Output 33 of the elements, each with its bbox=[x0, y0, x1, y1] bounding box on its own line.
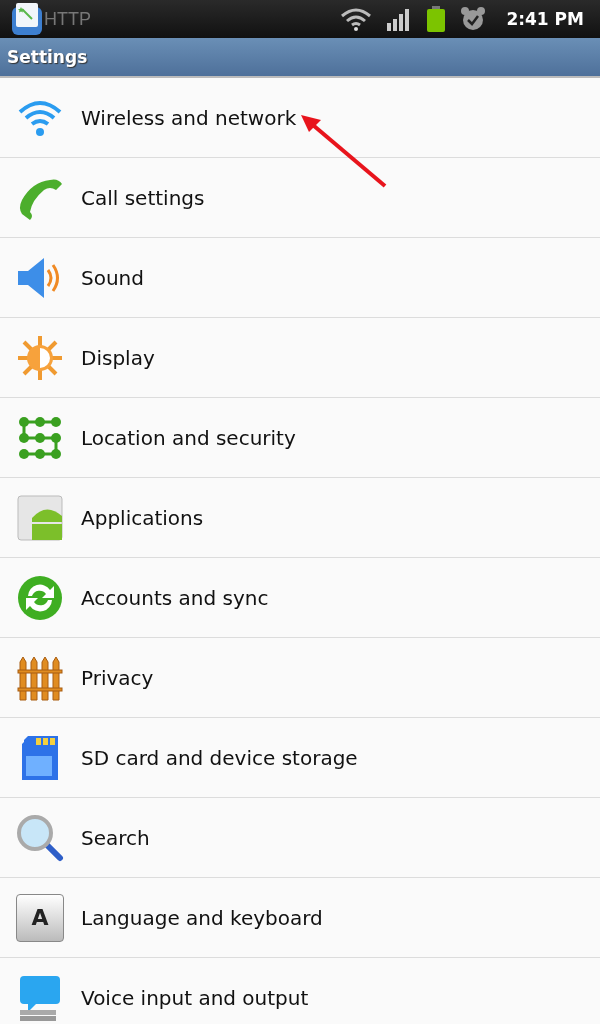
settings-item[interactable]: Search bbox=[0, 798, 600, 878]
wifi-icon bbox=[340, 7, 373, 31]
settings-item-label: Display bbox=[81, 345, 155, 370]
search-icon bbox=[16, 813, 64, 862]
notification-text: HTTP bbox=[44, 8, 91, 30]
settings-item-label: Voice input and output bbox=[81, 985, 309, 1010]
settings-item-label: SD card and device storage bbox=[81, 745, 358, 770]
sun-icon bbox=[16, 333, 64, 382]
settings-item-label: Location and security bbox=[81, 425, 296, 450]
settings-item[interactable]: Voice input and output bbox=[0, 958, 600, 1024]
sync-icon bbox=[16, 573, 64, 622]
settings-item[interactable]: A Language and keyboard bbox=[0, 878, 600, 958]
settings-item[interactable]: Privacy bbox=[0, 638, 600, 718]
clock-time: 2:41 PM bbox=[506, 9, 584, 29]
battery-icon bbox=[426, 6, 447, 32]
settings-item-label: Accounts and sync bbox=[81, 585, 269, 610]
settings-item-label: Wireless and network bbox=[81, 105, 297, 130]
keyboard-key-icon: A bbox=[16, 893, 64, 942]
settings-item-label: Applications bbox=[81, 505, 204, 530]
settings-item[interactable]: SD card and device storage bbox=[0, 718, 600, 798]
settings-item[interactable]: Display bbox=[0, 318, 600, 398]
settings-item[interactable]: Applications bbox=[0, 478, 600, 558]
app-icon bbox=[10, 1, 44, 37]
screen-title: Settings bbox=[7, 47, 88, 67]
settings-item[interactable]: Call settings bbox=[0, 158, 600, 238]
settings-item-label: Sound bbox=[81, 265, 144, 290]
settings-item-label: Privacy bbox=[81, 665, 154, 690]
settings-item-label: Call settings bbox=[81, 185, 205, 210]
settings-item[interactable]: Location and security bbox=[0, 398, 600, 478]
settings-item-label: Search bbox=[81, 825, 150, 850]
settings-item[interactable]: Accounts and sync bbox=[0, 558, 600, 638]
settings-item-label: Language and keyboard bbox=[81, 905, 323, 930]
settings-item[interactable]: Sound bbox=[0, 238, 600, 318]
